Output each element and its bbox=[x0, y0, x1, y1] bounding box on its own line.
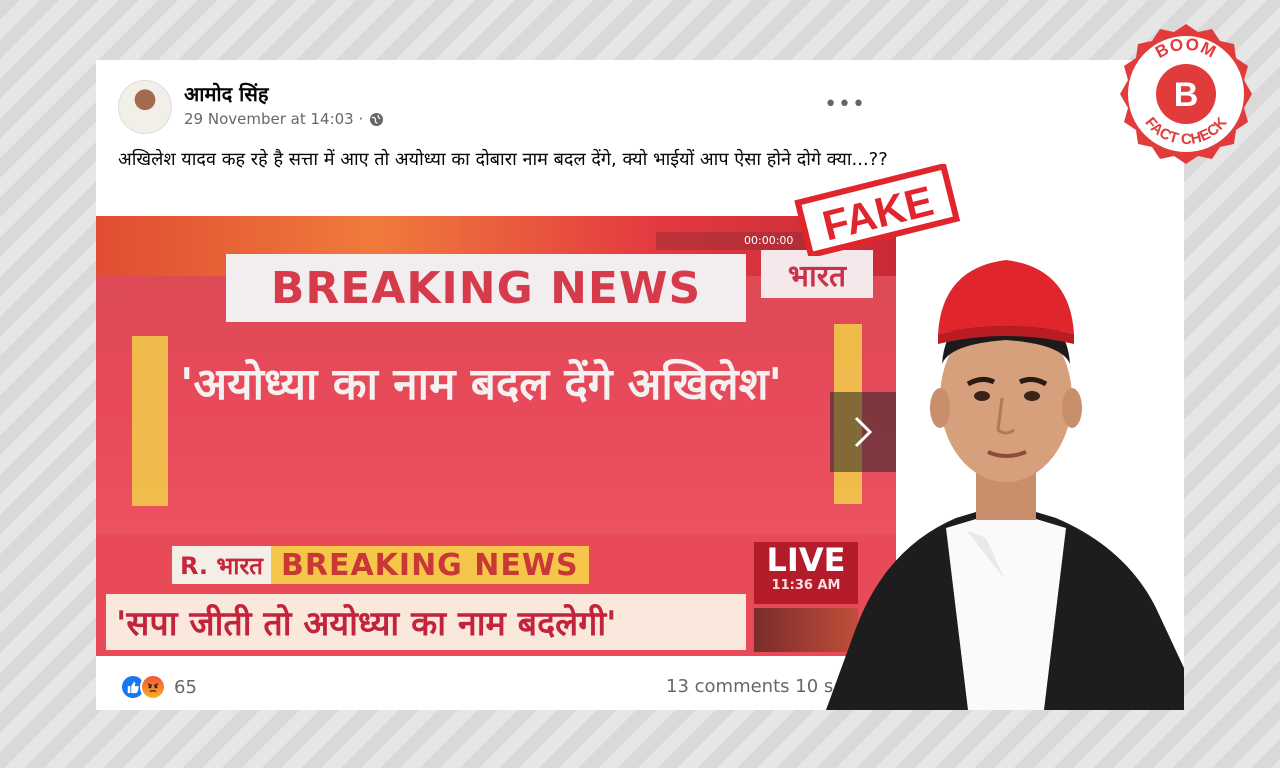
svg-text:B: B bbox=[1174, 76, 1199, 114]
angry-icon bbox=[140, 674, 166, 700]
ticker-breaking: BREAKING NEWS bbox=[270, 546, 589, 584]
facebook-post: आमोद सिंह 29 November at 14:03 · ••• अखि… bbox=[96, 60, 896, 710]
boom-fact-check-logo: B BOOM FACT CHECK bbox=[1114, 22, 1258, 166]
reaction-count: 65 bbox=[174, 676, 197, 698]
fake-stamp: FAKE bbox=[788, 162, 964, 259]
reactions-summary[interactable]: 65 bbox=[120, 674, 197, 700]
ticker-header: R. भारत BREAKING NEWS bbox=[172, 546, 589, 584]
comments-shares-count[interactable]: 13 comments 10 s bbox=[666, 676, 833, 697]
news-headline: 'अयोध्या का नाम बदल देंगे अखिलेश' bbox=[179, 359, 783, 410]
globe-icon bbox=[369, 112, 384, 127]
news-screenshot-image[interactable]: 00:00:00 BREAKING NEWS भारत 'अयोध्या का … bbox=[96, 216, 896, 656]
breaking-news-banner: BREAKING NEWS bbox=[226, 254, 746, 322]
post-meta: 29 November at 14:03 · bbox=[184, 110, 384, 128]
politician-photo bbox=[826, 248, 1184, 710]
ticker-headline: 'सपा जीती तो अयोध्या का नाम बदलेगी' bbox=[106, 594, 746, 650]
more-options-icon[interactable]: ••• bbox=[824, 92, 866, 117]
post-text: अखिलेश यादव कह रहे है सत्ता में आए तो अय… bbox=[118, 149, 888, 170]
author-name[interactable]: आमोद सिंह bbox=[184, 80, 268, 107]
author-avatar[interactable] bbox=[118, 80, 172, 134]
post-timestamp[interactable]: 29 November at 14:03 · bbox=[184, 110, 363, 128]
post-header: आमोद सिंह 29 November at 14:03 · ••• bbox=[118, 80, 878, 136]
ticker-channel: R. भारत bbox=[172, 546, 271, 584]
